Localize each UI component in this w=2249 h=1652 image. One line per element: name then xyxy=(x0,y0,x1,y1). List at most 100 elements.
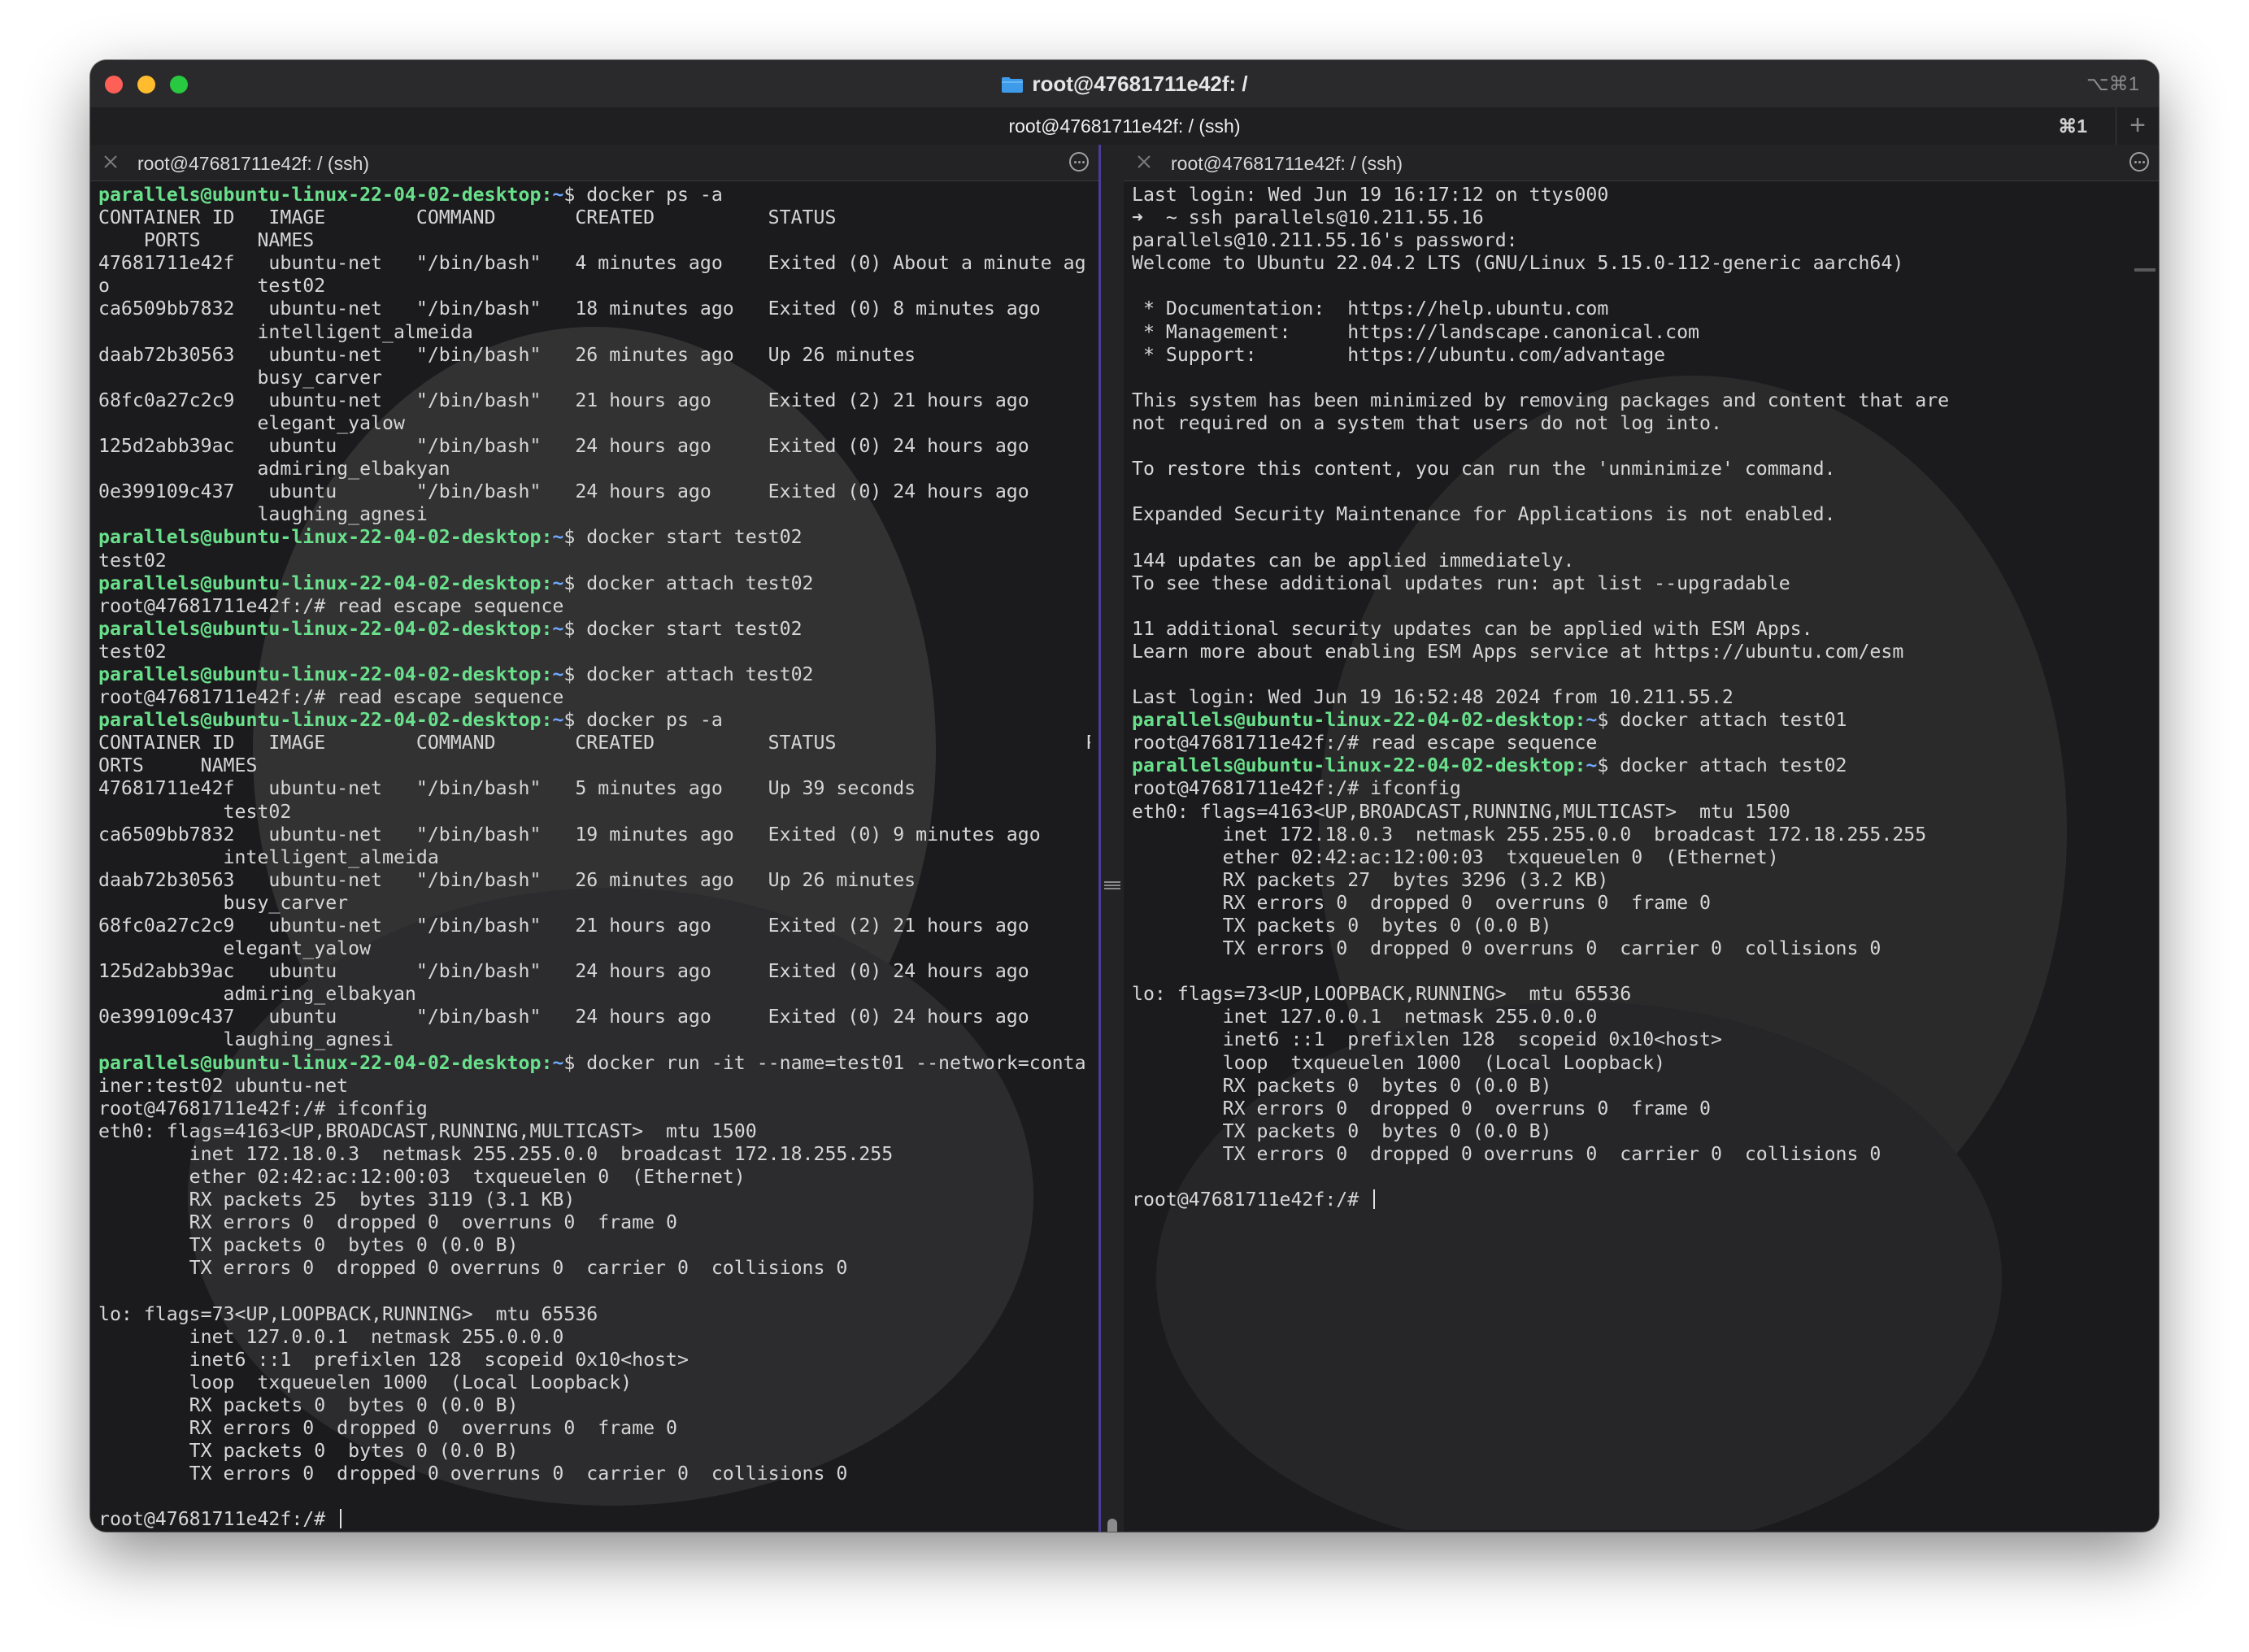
terminal-line: test02 xyxy=(98,641,1090,663)
terminal-line: ether 02:42:ac:12:00:03 txqueuelen 0 (Et… xyxy=(1132,846,2151,869)
left-scrollbar-thumb[interactable] xyxy=(1107,1519,1117,1532)
terminal-line: CONTAINER ID IMAGE COMMAND CREATED STATU… xyxy=(98,206,1090,229)
window-shortcut: ⌥⌘1 xyxy=(2086,73,2139,95)
terminal-line: RX errors 0 dropped 0 overruns 0 frame 0 xyxy=(98,1417,1090,1440)
output-text: This system has been minimized by removi… xyxy=(1132,389,1950,411)
left-terminal-pane[interactable]: root@47681711e42f: / (ssh) parallels@ubu… xyxy=(90,145,1098,1532)
pane-divider[interactable] xyxy=(1098,145,1124,1532)
terminal-line: inet 172.18.0.3 netmask 255.255.0.0 broa… xyxy=(98,1143,1090,1166)
right-terminal-output[interactable]: Last login: Wed Jun 19 16:17:12 on ttys0… xyxy=(1132,184,2151,1532)
terminal-line: Welcome to Ubuntu 22.04.2 LTS (GNU/Linux… xyxy=(1132,252,2151,275)
more-options-icon[interactable] xyxy=(1069,152,1089,172)
title-bar[interactable]: root@47681711e42f: / ⌥⌘1 xyxy=(90,60,2159,107)
terminal-line: inet 172.18.0.3 netmask 255.255.0.0 broa… xyxy=(1132,824,2151,846)
output-text: root@47681711e42f:/# xyxy=(1132,1189,1371,1211)
terminal-line: parallels@ubuntu-linux-22-04-02-desktop:… xyxy=(98,709,1090,732)
output-text: To see these additional updates run: apt… xyxy=(1132,572,1790,594)
terminal-line: TX packets 0 bytes 0 (0.0 B) xyxy=(98,1440,1090,1463)
output-text: ether 02:42:ac:12:00:03 txqueuelen 0 (Et… xyxy=(1132,846,1779,868)
output-text: intelligent_almeida xyxy=(98,846,439,868)
terminal-line: root@47681711e42f:/# read escape sequenc… xyxy=(98,595,1090,618)
terminal-window: root@47681711e42f: / ⌥⌘1 root@47681711e4… xyxy=(90,60,2159,1532)
left-terminal-output[interactable]: parallels@ubuntu-linux-22-04-02-desktop:… xyxy=(98,184,1090,1532)
output-text: parallels@10.211.55.16's password: xyxy=(1132,229,1518,252)
prompt-path: ~ xyxy=(552,526,564,549)
terminal-line: Last login: Wed Jun 19 16:52:48 2024 fro… xyxy=(1132,686,2151,709)
prompt-user-host: parallels@ubuntu-linux-22-04-02-desktop: xyxy=(1132,709,1586,732)
output-text: TX packets 0 bytes 0 (0.0 B) xyxy=(98,1234,519,1257)
terminal-line: RX errors 0 dropped 0 overruns 0 frame 0 xyxy=(1132,1098,2151,1120)
output-text: root@47681711e42f:/# ifconfig xyxy=(1132,777,1461,800)
prompt-path: ~ xyxy=(552,663,564,685)
output-text: Welcome to Ubuntu 22.04.2 LTS (GNU/Linux… xyxy=(1132,252,1904,275)
terminal-line: lo: flags=73<UP,LOOPBACK,RUNNING> mtu 65… xyxy=(98,1303,1090,1326)
output-text: loop txqueuelen 1000 (Local Loopback) xyxy=(98,1371,633,1393)
terminal-line: 47681711e42f ubuntu-net "/bin/bash" 4 mi… xyxy=(98,252,1090,275)
command-text: $ docker ps -a xyxy=(563,184,723,206)
terminal-line: eth0: flags=4163<UP,BROADCAST,RUNNING,MU… xyxy=(98,1120,1090,1143)
output-text: admiring_elbakyan xyxy=(98,458,450,480)
prompt-path: ~ xyxy=(552,709,564,732)
drag-handle-icon[interactable] xyxy=(1103,880,1121,890)
output-text: * Management: https://landscape.canonica… xyxy=(1132,320,1700,343)
right-terminal-pane[interactable]: root@47681711e42f: / (ssh) Last login: W… xyxy=(1124,145,2159,1532)
close-icon[interactable] xyxy=(1135,153,1153,171)
output-text: 125d2abb39ac ubuntu "/bin/bash" 24 hours… xyxy=(98,435,1029,458)
close-icon[interactable] xyxy=(102,153,120,171)
terminal-line: Expanded Security Maintenance for Applic… xyxy=(1132,503,2151,526)
prompt-user-host: parallels@ubuntu-linux-22-04-02-desktop: xyxy=(98,184,553,206)
prompt-path: ~ xyxy=(1586,754,1598,777)
terminal-line: intelligent_almeida xyxy=(98,846,1090,869)
tab-shortcut: ⌘1 xyxy=(2058,115,2087,137)
more-options-icon[interactable] xyxy=(2129,152,2149,172)
output-text: RX errors 0 dropped 0 overruns 0 frame 0 xyxy=(98,1417,677,1440)
prompt-user-host: parallels@ubuntu-linux-22-04-02-desktop: xyxy=(98,709,553,732)
terminal-line: elegant_yalow xyxy=(98,412,1090,435)
terminal-line: To see these additional updates run: apt… xyxy=(1132,572,2151,595)
terminal-line: o test02 xyxy=(98,275,1090,298)
terminal-line: parallels@ubuntu-linux-22-04-02-desktop:… xyxy=(98,526,1090,549)
output-text: root@47681711e42f:/# xyxy=(98,1508,337,1531)
terminal-line: TX errors 0 dropped 0 overruns 0 carrier… xyxy=(1132,937,2151,960)
command-text: $ docker ps -a xyxy=(563,709,723,732)
output-text: TX errors 0 dropped 0 overruns 0 carrier… xyxy=(98,1463,848,1485)
output-text: CONTAINER ID IMAGE COMMAND CREATED STATU… xyxy=(98,732,1090,754)
terminal-line: admiring_elbakyan xyxy=(98,983,1090,1006)
output-text: * Documentation: https://help.ubuntu.com xyxy=(1132,298,1609,320)
output-text: eth0: flags=4163<UP,BROADCAST,RUNNING,MU… xyxy=(1132,800,1790,823)
output-text: root@47681711e42f:/# read escape sequenc… xyxy=(1132,732,1598,754)
terminal-line: busy_carver xyxy=(98,367,1090,389)
prompt-path: ~ xyxy=(1586,709,1598,732)
folder-icon xyxy=(1002,77,1024,93)
prompt-user-host: parallels@ubuntu-linux-22-04-02-desktop: xyxy=(98,663,553,685)
terminal-line: 0e399109c437 ubuntu "/bin/bash" 24 hours… xyxy=(98,480,1090,503)
output-text: RX packets 0 bytes 0 (0.0 B) xyxy=(98,1393,519,1416)
command-text: $ docker attach test02 xyxy=(563,663,814,685)
terminal-line: * Documentation: https://help.ubuntu.com xyxy=(1132,298,2151,320)
command-text: $ docker attach test02 xyxy=(1597,754,1847,777)
output-text: Learn more about enabling ESM Apps servi… xyxy=(1132,640,1904,663)
tab-ssh[interactable]: root@47681711e42f: / (ssh) xyxy=(90,115,2159,137)
terminal-line: ORTS NAMES xyxy=(98,754,1090,777)
text-cursor[interactable] xyxy=(340,1509,342,1529)
terminal-line: CONTAINER ID IMAGE COMMAND CREATED STATU… xyxy=(98,732,1090,754)
output-text: test02 xyxy=(98,549,167,572)
text-cursor[interactable] xyxy=(1373,1189,1376,1210)
output-text: 0e399109c437 ubuntu "/bin/bash" 24 hours… xyxy=(98,1006,1029,1028)
terminal-line: not required on a system that users do n… xyxy=(1132,412,2151,435)
terminal-line: intelligent_almeida xyxy=(98,321,1090,344)
terminal-line: ➜ ~ ssh parallels@10.211.55.16 xyxy=(1132,206,2151,229)
output-text: RX packets 0 bytes 0 (0.0 B) xyxy=(1132,1074,1552,1097)
terminal-line: parallels@ubuntu-linux-22-04-02-desktop:… xyxy=(98,1052,1090,1075)
output-text: inet 127.0.0.1 netmask 255.0.0.0 xyxy=(1132,1006,1598,1028)
output-text: ca6509bb7832 ubuntu-net "/bin/bash" 18 m… xyxy=(98,298,1041,320)
terminal-line: parallels@ubuntu-linux-22-04-02-desktop:… xyxy=(98,572,1090,595)
output-text: elegant_yalow xyxy=(98,411,405,434)
new-tab-button[interactable]: + xyxy=(2116,107,2159,145)
output-text: busy_carver xyxy=(98,891,349,914)
terminal-line: root@47681711e42f:/# ifconfig xyxy=(98,1098,1090,1120)
output-text: admiring_elbakyan xyxy=(98,983,416,1006)
prompt-user-host: parallels@ubuntu-linux-22-04-02-desktop: xyxy=(98,526,553,549)
